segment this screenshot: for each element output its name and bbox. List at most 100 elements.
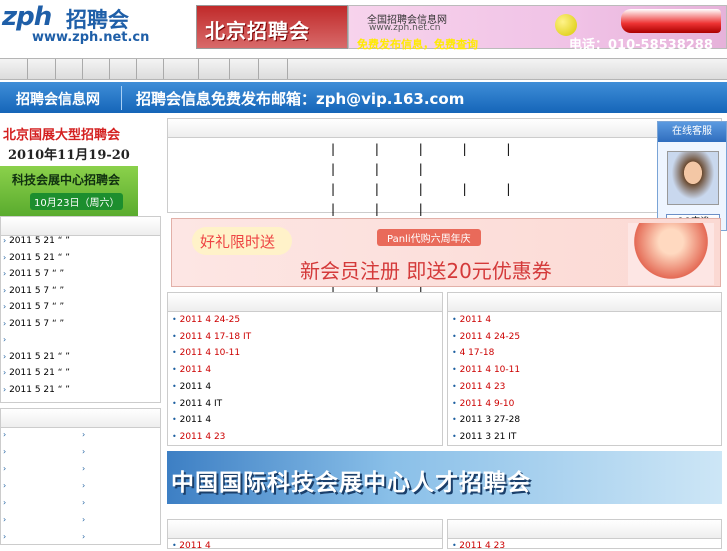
left-list-item[interactable]: › 2011 5 21 “ ” bbox=[3, 385, 70, 395]
online-service-widget: 在线客服 QQ交谈 bbox=[657, 121, 727, 231]
left-list-item[interactable]: › 2011 5 7 “ ” bbox=[3, 269, 64, 279]
item-text: 2011 4 24-25 bbox=[179, 315, 241, 325]
left-list-item[interactable]: › 2011 5 21 “ ” bbox=[3, 352, 70, 362]
nav-item[interactable] bbox=[164, 59, 199, 79]
left-link-item[interactable]: › bbox=[82, 481, 85, 491]
left-ad-line4: 10月23日（周六） bbox=[30, 193, 124, 210]
bullet-icon: • bbox=[452, 365, 457, 375]
promo-gift: 好礼限时送 bbox=[200, 233, 276, 251]
left-link-item[interactable]: › bbox=[3, 532, 6, 542]
bullet-icon: • bbox=[172, 331, 177, 341]
news-item[interactable]: • 2011 4 IT bbox=[172, 399, 222, 409]
item-text: 2011 5 21 “ ” bbox=[9, 351, 70, 362]
bar-row: | | | | | | | | bbox=[331, 182, 529, 216]
left-list-item[interactable]: › 2011 5 21 “ ” bbox=[3, 236, 70, 246]
item-text: 2011 4 bbox=[179, 415, 212, 426]
arrow-icon: › bbox=[82, 532, 86, 541]
bullet-icon: • bbox=[172, 431, 177, 441]
news-item[interactable]: • 2011 3 27-28 bbox=[452, 415, 520, 425]
left-ad-title: 北京国展大型招聘会 bbox=[3, 128, 121, 143]
news-item[interactable]: • 2011 4 23 bbox=[172, 432, 225, 442]
news-item[interactable]: • 2011 4 9-10 bbox=[452, 399, 514, 409]
news-item[interactable]: • 2011 4 10-11 bbox=[172, 348, 240, 358]
nav-item[interactable] bbox=[199, 59, 230, 79]
arrow-icon: › bbox=[3, 236, 7, 245]
left-list-item[interactable]: › 2011 5 7 “ ” bbox=[3, 286, 64, 296]
nav-item[interactable] bbox=[259, 59, 288, 79]
nav-item[interactable] bbox=[56, 59, 83, 79]
news-item[interactable]: • 2011 4 23 bbox=[452, 382, 505, 392]
left-link-item[interactable]: › bbox=[82, 464, 85, 474]
arrow-icon: › bbox=[82, 430, 86, 439]
left-link-item[interactable]: › bbox=[3, 430, 6, 440]
left-link-item[interactable]: › bbox=[82, 515, 85, 525]
arrow-icon: › bbox=[3, 464, 7, 473]
left-link-item[interactable]: › bbox=[82, 447, 85, 457]
beijing-banner[interactable]: 北京招聘会 bbox=[196, 5, 348, 49]
promo-banner[interactable]: 好礼限时送 Panli代购六周年庆 新会员注册 即送20元优惠券 bbox=[171, 218, 721, 287]
news-item[interactable]: • 2011 4 24-25 bbox=[172, 315, 240, 325]
bullet-icon: • bbox=[172, 381, 177, 391]
left-list-item[interactable]: › 2011 5 7 “ ” bbox=[3, 302, 64, 312]
left-list-item[interactable]: › bbox=[3, 335, 6, 345]
panel-header bbox=[168, 119, 721, 138]
news-item[interactable]: • 2011 4 17-18 IT bbox=[172, 332, 251, 342]
arrow-icon: › bbox=[82, 498, 86, 507]
tennis-ball-icon bbox=[555, 14, 577, 36]
news-item[interactable]: • 2011 4 bbox=[172, 365, 211, 375]
left-link-item[interactable]: › bbox=[3, 464, 6, 474]
bottom-right-item[interactable]: • 2011 4 23 bbox=[452, 541, 505, 551]
item-text: 2011 5 21 “ ” bbox=[9, 252, 70, 263]
site-info-banner[interactable]: 全国招聘会信息网 www.zph.net.cn 免费发布信息，免费查询 电话：0… bbox=[348, 5, 727, 53]
news-item[interactable]: • 2011 4 bbox=[452, 315, 491, 325]
left-ad-line3: 科技会展中心招聘会 bbox=[12, 173, 121, 187]
nav-item[interactable] bbox=[137, 59, 164, 79]
nav-item[interactable] bbox=[230, 59, 259, 79]
left-list-item[interactable]: › 2011 5 21 “ ” bbox=[3, 253, 70, 263]
left-link-item[interactable]: › bbox=[82, 430, 85, 440]
arrow-icon: › bbox=[82, 447, 86, 456]
panel-header bbox=[448, 520, 721, 539]
item-text: 2011 4 bbox=[179, 381, 212, 392]
arrow-icon: › bbox=[82, 515, 86, 524]
top-nav bbox=[0, 58, 727, 80]
left-ad[interactable]: 北京国展大型招聘会 2010年11月19-20日 科技会展中心招聘会 10月23… bbox=[0, 118, 138, 216]
news-item[interactable]: • 2011 4 10-11 bbox=[452, 365, 520, 375]
left-link-item[interactable]: › bbox=[3, 481, 6, 491]
promo-sub: Panli代购六周年庆 bbox=[377, 229, 481, 246]
item-text: 2011 5 7 “ ” bbox=[9, 302, 65, 312]
logo-url: www.zph.net.cn bbox=[32, 30, 150, 45]
nav-item[interactable] bbox=[0, 59, 28, 79]
news-item[interactable]: • 2011 4 24-25 bbox=[452, 332, 520, 342]
bullet-icon: • bbox=[452, 431, 457, 441]
arrow-icon: › bbox=[3, 498, 7, 507]
bottom-banner[interactable]: 中国国际科技会展中心人才招聘会 bbox=[167, 451, 722, 504]
panel-header bbox=[1, 409, 160, 428]
nav-item[interactable] bbox=[28, 59, 56, 79]
banner2-url: www.zph.net.cn bbox=[369, 23, 441, 33]
news-item[interactable]: • 4 17-18 bbox=[452, 348, 494, 358]
left-link-item[interactable]: › bbox=[82, 532, 85, 542]
left-link-item[interactable]: › bbox=[82, 498, 85, 508]
left-link-item[interactable]: › bbox=[3, 447, 6, 457]
bluebar-email: 招聘会信息免费发布邮箱：zph@vip.163.com bbox=[136, 90, 465, 108]
left-link-item[interactable]: › bbox=[3, 515, 6, 525]
site-logo[interactable]: zph 招聘会 www.zph.net.cn bbox=[0, 0, 152, 47]
arrow-icon: › bbox=[3, 447, 7, 456]
news-item[interactable]: • 2011 3 21 IT bbox=[452, 432, 516, 442]
bottom-left-item[interactable]: • 2011 4 bbox=[172, 541, 211, 551]
bullet-icon: • bbox=[452, 348, 457, 358]
banner2-phone: 电话：010-58538288 bbox=[569, 38, 713, 53]
left-link-item[interactable]: › bbox=[3, 498, 6, 508]
news-item[interactable]: • 2011 4 bbox=[172, 382, 211, 392]
item-text: 2011 5 7 “ ” bbox=[9, 318, 65, 329]
nav-item[interactable] bbox=[110, 59, 137, 79]
item-text: 2011 5 21 “ ” bbox=[9, 236, 70, 246]
banner2-slogan: 免费发布信息，免费查询 bbox=[357, 38, 478, 51]
news-item[interactable]: • 2011 4 bbox=[172, 415, 211, 425]
left-list-item[interactable]: › 2011 5 21 “ ” bbox=[3, 368, 70, 378]
nav-item[interactable] bbox=[83, 59, 110, 79]
left-links-panel bbox=[0, 408, 161, 545]
bullet-icon: • bbox=[452, 381, 457, 391]
left-list-item[interactable]: › 2011 5 7 “ ” bbox=[3, 319, 64, 329]
